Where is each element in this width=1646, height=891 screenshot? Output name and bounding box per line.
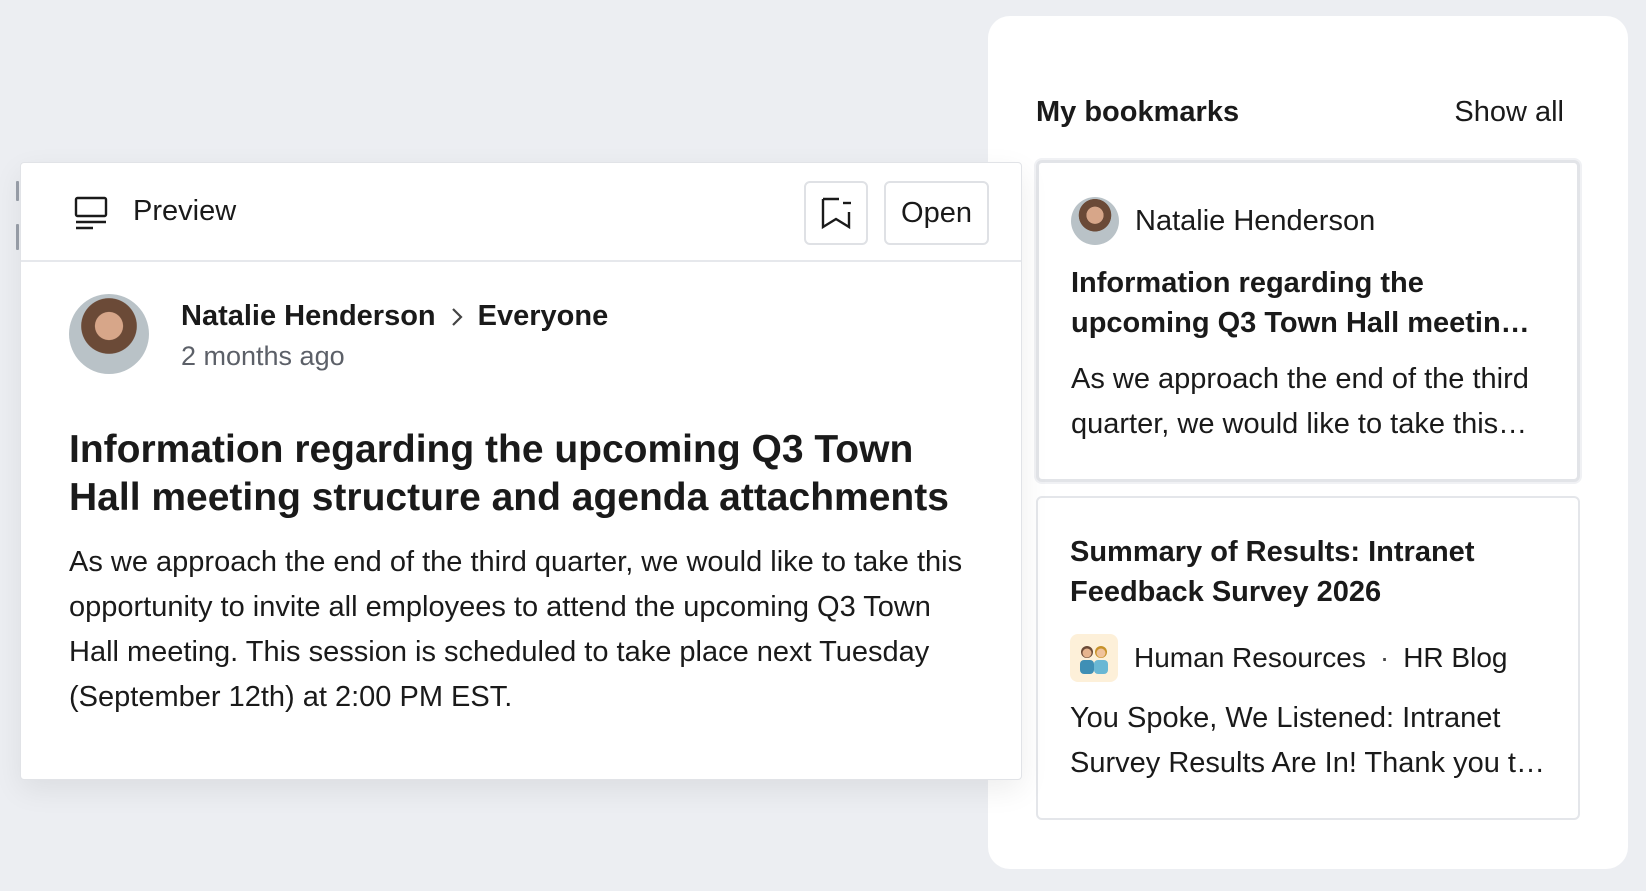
bookmark-source-row: Human Resources · HR Blog [1070,634,1546,682]
avatar[interactable] [69,294,149,374]
bookmark-author: Natalie Henderson [1135,204,1376,237]
post-byline: Natalie Henderson Everyone [181,300,608,333]
bookmark-card[interactable]: Summary of Results: Intranet Feedback Su… [1036,496,1580,820]
post-author[interactable]: Natalie Henderson [181,300,436,333]
bookmark-source-name[interactable]: Human Resources [1134,642,1366,674]
remove-bookmark-button[interactable] [804,181,868,245]
bookmark-title[interactable]: Summary of Results: Intranet Feedback Su… [1070,532,1546,612]
separator-dot: · [1379,642,1390,673]
bookmark-author-row: Natalie Henderson [1071,197,1545,245]
bookmark-remove-icon [821,197,851,230]
post-meta: Natalie Henderson Everyone 2 months ago [181,300,608,372]
bookmarks-header: My bookmarks Show all [1036,96,1564,129]
app-stage: My bookmarks Show all Natalie Henderson … [0,0,1646,891]
avatar [1071,197,1119,245]
post-timestamp: 2 months ago [181,341,345,371]
preview-body: Natalie Henderson Everyone 2 months ago … [69,294,981,720]
preview-icon [74,196,108,230]
bookmark-source-channel[interactable]: HR Blog [1403,642,1507,674]
preview-toolbar: Preview Open [21,163,1021,262]
bookmark-card[interactable]: Natalie Henderson Information regarding … [1036,160,1580,482]
post-audience[interactable]: Everyone [478,300,609,333]
open-button[interactable]: Open [884,181,989,245]
bookmarks-panel: My bookmarks Show all Natalie Henderson … [988,16,1628,869]
chevron-right-icon [451,307,463,326]
post-author-row: Natalie Henderson Everyone 2 months ago [69,294,981,374]
preview-panel: Preview Open Natalie Henderson Everyone … [20,162,1022,780]
bookmark-excerpt: As we approach the end of the third quar… [1071,363,1529,440]
bookmark-excerpt: You Spoke, We Listened: Intranet Survey … [1070,702,1533,779]
preview-label: Preview [133,195,237,227]
underlying-list-edge [16,224,19,250]
underlying-list-edge [16,181,19,201]
bookmarks-title: My bookmarks [1036,96,1240,128]
post-title: Information regarding the upcoming Q3 To… [69,428,949,519]
post-body: As we approach the end of the third quar… [69,546,963,713]
team-illustration-icon [1070,634,1118,682]
show-all-link[interactable]: Show all [1454,96,1564,129]
bookmark-title[interactable]: Information regarding the upcoming Q3 To… [1071,263,1545,343]
